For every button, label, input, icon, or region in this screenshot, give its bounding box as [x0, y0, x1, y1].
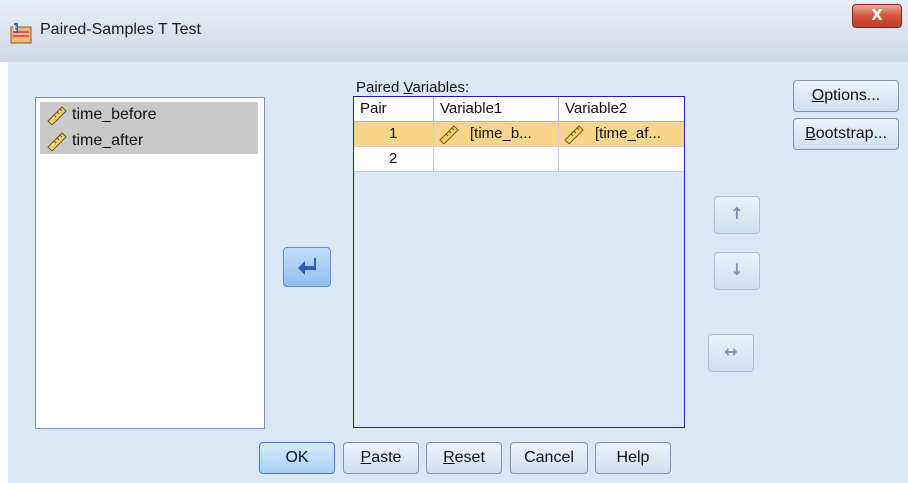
paired-samples-dialog: t Paired-Samples T Test X time_before ti… — [0, 0, 908, 483]
source-variable-list[interactable]: time_before time_after — [35, 97, 265, 429]
title-bar: t Paired-Samples T Test X — [0, 0, 908, 62]
scale-variable-icon — [439, 125, 459, 144]
swap-icon: ↔ — [724, 342, 738, 361]
app-icon: t — [10, 23, 32, 44]
help-button[interactable]: Help — [595, 442, 671, 474]
paired-variables-label: Paired Variables: — [356, 79, 470, 96]
arrow-up-icon: ↑ — [730, 204, 744, 223]
table-row-1-pair[interactable]: 1 — [354, 122, 434, 147]
paired-variables-table[interactable]: Pair Variable1 Variable2 1 [time_b... [t… — [353, 96, 685, 428]
paste-button[interactable]: Paste — [343, 442, 419, 474]
scale-variable-icon — [47, 106, 67, 125]
table-row-1-variable1[interactable]: [time_b... — [434, 122, 559, 147]
table-row-2-variable2[interactable] — [559, 147, 684, 172]
list-item[interactable]: time_after — [40, 128, 258, 154]
table-row-2-pair[interactable]: 2 — [354, 147, 434, 172]
list-item-label: time_before — [72, 106, 157, 123]
options-button[interactable]: Options... — [793, 80, 899, 112]
list-item-label: time_after — [72, 132, 144, 149]
scale-variable-icon — [47, 132, 67, 151]
arrow-left-icon — [298, 258, 316, 275]
bootstrap-button[interactable]: Bootstrap... — [793, 118, 899, 150]
column-header-variable2[interactable]: Variable2 — [559, 97, 684, 122]
column-header-pair[interactable]: Pair — [354, 97, 434, 122]
svg-text:t: t — [13, 24, 17, 33]
ok-button[interactable]: OK — [259, 442, 335, 474]
window-title: Paired-Samples T Test — [40, 21, 201, 38]
table-row-2-variable1[interactable] — [434, 147, 559, 172]
move-up-button[interactable]: ↑ — [714, 196, 760, 234]
move-variable-button[interactable] — [283, 247, 331, 287]
close-icon: X — [871, 6, 883, 24]
list-item[interactable]: time_before — [40, 102, 258, 128]
table-row-1-variable2[interactable]: [time_af... — [559, 122, 684, 147]
close-button[interactable]: X — [852, 4, 902, 28]
column-header-variable1[interactable]: Variable1 — [434, 97, 559, 122]
reset-button[interactable]: Reset — [426, 442, 502, 474]
swap-variables-button[interactable]: ↔ — [708, 334, 754, 372]
arrow-down-icon: ↓ — [730, 260, 744, 279]
scale-variable-icon — [564, 125, 584, 144]
move-down-button[interactable]: ↓ — [714, 252, 760, 290]
cancel-button[interactable]: Cancel — [510, 442, 588, 474]
